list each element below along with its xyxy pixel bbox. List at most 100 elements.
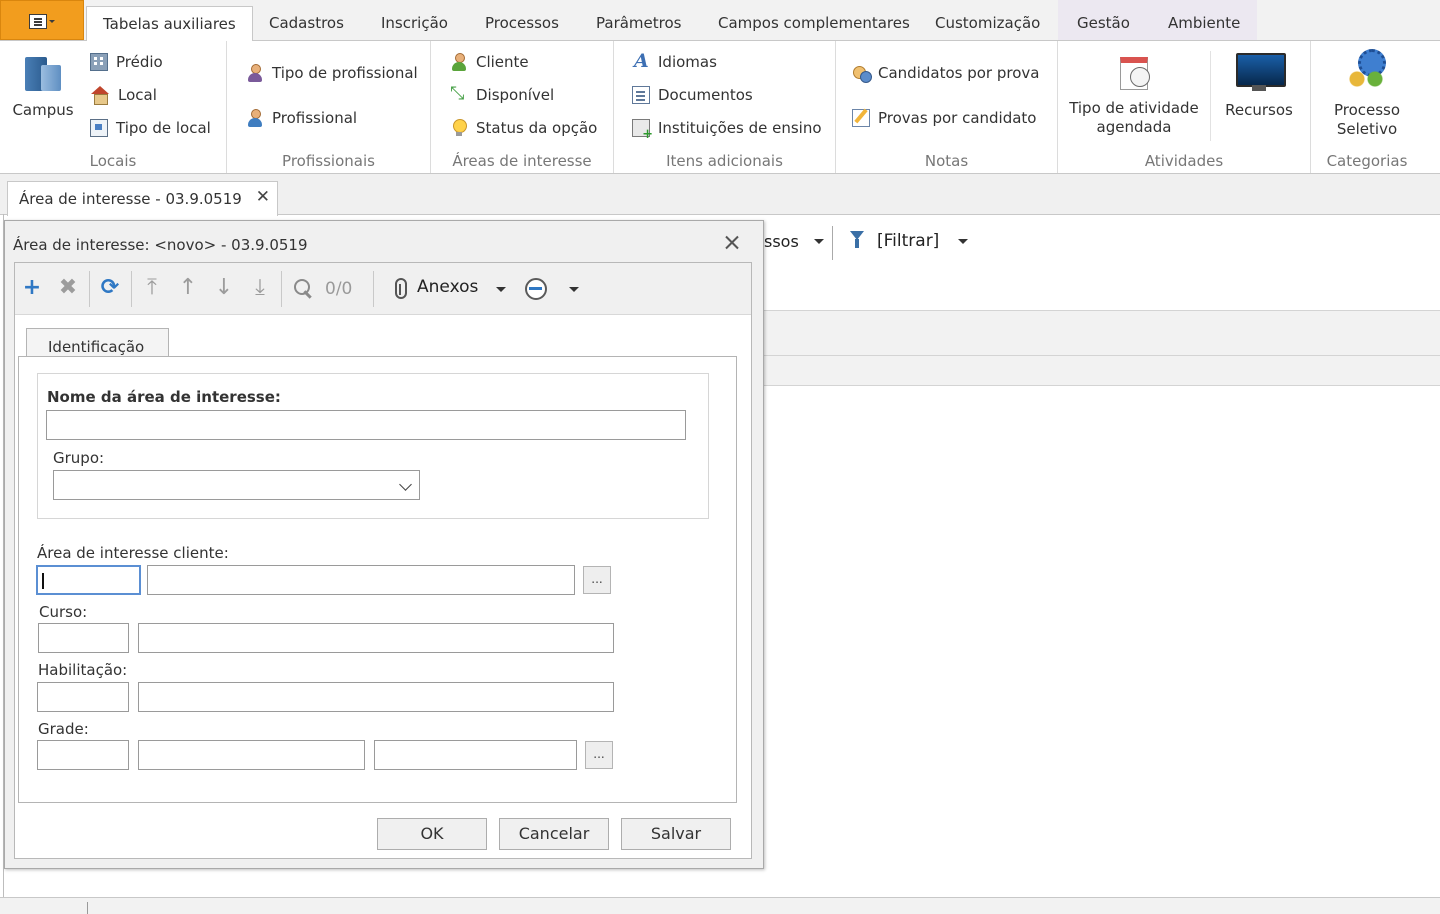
local-button[interactable]: Local [90,86,157,105]
document-tab-strip: Área de interesse - 03.9.0519 ✕ [0,174,1440,216]
chevron-down-icon[interactable] [496,287,506,292]
edit-exam-icon [852,109,870,127]
lightbulb-icon [450,119,468,137]
chevron-down-icon[interactable] [569,287,579,292]
status-bar [0,897,1440,914]
curso-code-input[interactable] [38,623,129,653]
processo-seletivo-button[interactable]: Processo Seletivo [1319,49,1415,139]
cliente-label: Cliente [476,53,529,71]
idiomas-button[interactable]: Idiomas [632,50,717,72]
tipo-local-label: Tipo de local [116,119,211,137]
database-icon[interactable] [525,278,547,300]
provas-candidato-button[interactable]: Provas por candidato [852,109,1037,127]
record-counter: 0/0 [325,279,353,299]
delete-icon[interactable]: ✖ [57,276,79,300]
tab-parametros[interactable]: Parâmetros [596,14,681,32]
last-record-icon[interactable]: ⤓ [249,276,271,300]
search-icon[interactable] [291,276,315,300]
grade-lookup-button[interactable]: ... [585,741,613,769]
filter-button[interactable]: [Filtrar] [877,231,939,251]
tab-inscricao[interactable]: Inscrição [381,14,448,32]
grade-description-input[interactable] [138,740,365,770]
group-label-notas: Notas [924,152,969,170]
building-icon [90,53,108,71]
toolbar-separator [373,271,374,307]
group-label-profissionais: Profissionais [282,152,375,170]
chevron-down-icon[interactable] [814,239,824,244]
tab-tabelas-auxiliares[interactable]: Tabelas auxiliares [86,6,253,42]
tipo-local-button[interactable]: Tipo de local [90,119,211,137]
client-icon [450,53,468,71]
chevron-down-icon [399,478,412,491]
attachment-icon[interactable] [395,278,407,299]
previous-record-icon[interactable]: ↑ [177,276,199,300]
area-interesse-dialog: Área de interesse: <novo> - 03.9.0519 + … [4,220,764,869]
background-grid-column-row [760,356,1440,386]
tipo-atividade-button[interactable]: Tipo de atividade agendada [1066,53,1202,137]
grade-code-input[interactable] [37,740,129,770]
ribbon-group-notas: Candidatos por prova Provas por candidat… [836,41,1058,173]
profissional-button[interactable]: Profissional [246,109,357,127]
document-tab-label: Área de interesse - 03.9.0519 [19,190,242,208]
grupo-select[interactable] [53,470,420,500]
tab-cadastros[interactable]: Cadastros [269,14,344,32]
instituicoes-label: Instituições de ensino [658,119,822,137]
habilitacao-description-input[interactable] [138,682,614,712]
tab-customizacao[interactable]: Customização [935,14,1040,32]
professional-icon [246,109,264,127]
candidatos-prova-button[interactable]: Candidatos por prova [852,64,1039,83]
curso-description-input[interactable] [138,623,614,653]
document-tab-area-interesse[interactable]: Área de interesse - 03.9.0519 ✕ [7,181,278,216]
tipo-profissional-label: Tipo de profissional [272,64,418,82]
campus-button[interactable]: Campus [8,51,78,120]
recursos-button[interactable]: Recursos [1218,51,1300,120]
dialog-title: Área de interesse: <novo> - 03.9.0519 [13,236,308,254]
ok-button[interactable]: OK [377,818,487,850]
next-record-icon[interactable]: ↓ [213,276,235,300]
chevron-down-icon[interactable] [958,239,968,244]
identificacao-panel: Nome da área de interesse: Grupo: Área d… [18,356,737,803]
save-button[interactable]: Salvar [621,818,731,850]
add-icon[interactable]: + [21,276,43,300]
group-divider [1210,51,1211,141]
calendar-clock-icon [1114,53,1154,93]
habilitacao-label: Habilitação: [38,661,128,679]
grade-extra-input[interactable] [374,740,577,770]
main-fields-group: Nome da área de interesse: Grupo: [37,373,709,519]
application-menu-button[interactable] [0,0,84,40]
area-cliente-code-input[interactable] [36,565,141,595]
first-record-icon[interactable]: ⤒ [141,276,163,300]
tipo-atividade-label: Tipo de atividade agendada [1069,99,1199,136]
disponivel-label: Disponível [476,86,555,104]
disponivel-button[interactable]: Disponível [450,83,555,104]
group-label-atividades: Atividades [1144,152,1224,170]
area-cliente-lookup-button[interactable]: ... [583,566,611,594]
tab-gestao[interactable]: Gestão [1077,14,1130,32]
institution-add-icon [632,119,653,142]
documentos-button[interactable]: Documentos [632,86,753,104]
filter-icon[interactable] [850,231,864,249]
tipo-profissional-button[interactable]: Tipo de profissional [246,64,418,82]
status-opcao-button[interactable]: Status da opção [450,119,597,137]
predio-label: Prédio [116,53,163,71]
gears-icon [1344,49,1390,95]
predio-button[interactable]: Prédio [90,53,163,71]
instituicoes-button[interactable]: Instituições de ensino [632,119,822,142]
area-cliente-description-input[interactable] [147,565,575,595]
cancel-button[interactable]: Cancelar [499,818,609,850]
profissional-label: Profissional [272,109,358,127]
anexos-button[interactable]: Anexos [417,277,478,297]
record-toolbar: + ✖ ⟳ ⤒ ↑ ↓ ⤓ 0/0 Anexos [15,263,751,315]
habilitacao-code-input[interactable] [37,682,129,712]
close-icon[interactable]: ✕ [256,187,270,207]
cliente-button[interactable]: Cliente [450,53,529,71]
ribbon-group-atividades: Tipo de atividade agendada Recursos Ativ… [1058,41,1311,173]
refresh-icon[interactable]: ⟳ [99,276,121,300]
nome-input[interactable] [46,410,686,440]
tab-processos[interactable]: Processos [485,14,559,32]
tab-ambiente[interactable]: Ambiente [1168,14,1240,32]
processos-dropdown-label[interactable]: ssos [764,232,799,251]
tab-campos-complementares[interactable]: Campos complementares [718,14,910,32]
close-icon[interactable] [724,234,741,251]
nome-label: Nome da área de interesse: [47,388,281,406]
